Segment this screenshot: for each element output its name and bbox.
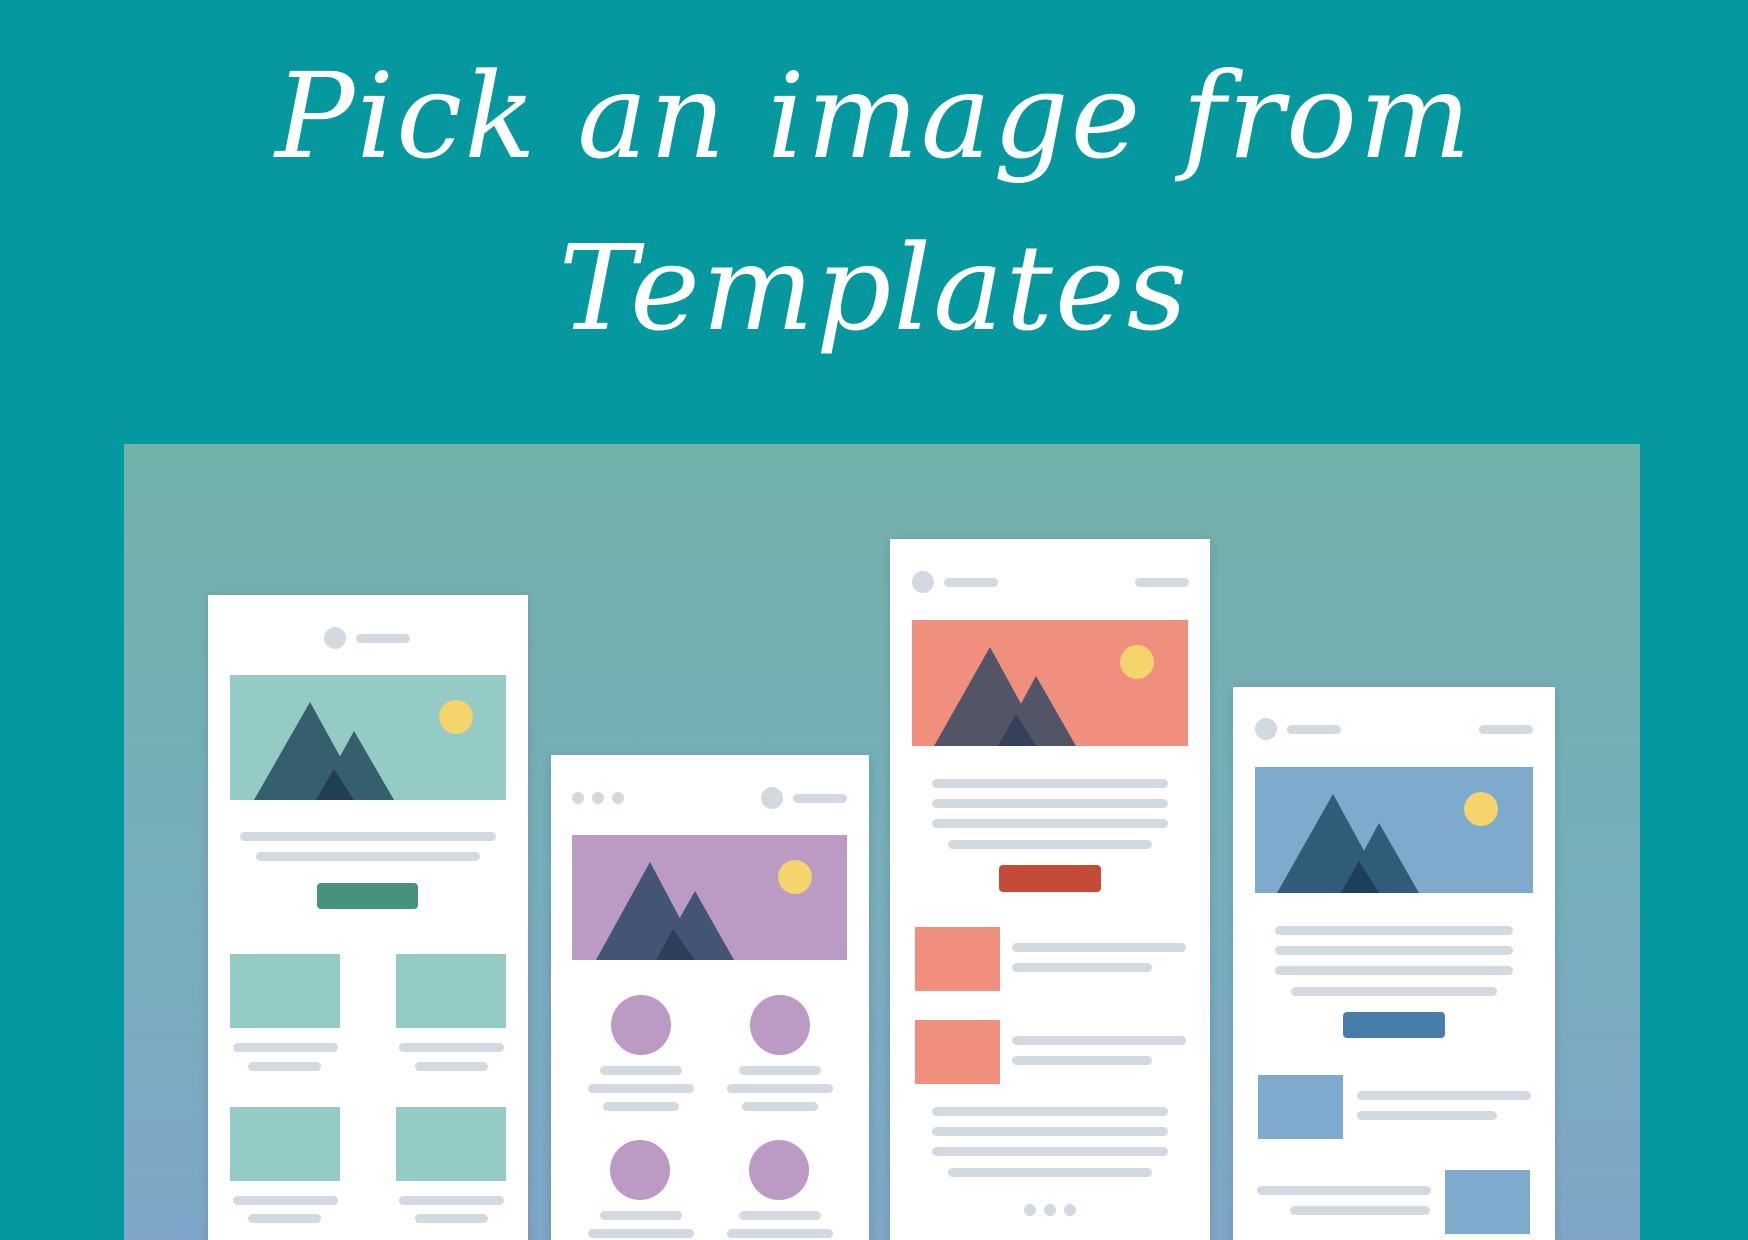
template-gallery [124,444,1640,1240]
text-line [603,1102,679,1111]
thumbnail-block [1445,1170,1530,1234]
cta-button[interactable] [1343,1012,1445,1038]
profile-circle [750,995,810,1055]
text-line [1291,987,1497,996]
text-line [739,1066,821,1075]
text-line [1290,1206,1430,1215]
hero-image [230,675,506,800]
window-dot [572,792,584,804]
header-bar [1479,725,1533,734]
header-bar [944,578,998,587]
text-line [1012,1056,1152,1065]
header-bar [793,794,847,803]
text-line [948,1168,1152,1177]
text-line [948,840,1152,849]
text-line [256,852,480,861]
grid-block [230,1107,340,1181]
text-line [932,779,1168,788]
text-line [399,1043,504,1052]
template-card-1[interactable] [208,595,528,1240]
pagination-dot[interactable] [1044,1204,1056,1216]
headline-line-1: Pick an image from [275,47,1473,185]
avatar-dot [1255,718,1277,740]
grid-block [230,954,340,1028]
text-line [588,1084,694,1093]
text-line [415,1214,488,1223]
text-line [1257,1186,1431,1195]
mountain-image-icon [596,860,812,960]
pagination-dot[interactable] [1024,1204,1036,1216]
header-bar [1135,578,1189,587]
header-bar [356,634,410,643]
text-line [1275,946,1513,955]
text-line [248,1062,321,1071]
text-line [1357,1091,1531,1100]
text-line [588,1229,694,1238]
text-line [739,1211,821,1220]
grid-block [396,1107,506,1181]
text-line [932,1127,1168,1136]
cta-button[interactable] [317,883,418,909]
mountain-image-icon [254,700,473,800]
window-dot [612,792,624,804]
text-line [233,1043,338,1052]
text-line [727,1084,833,1093]
profile-circle [749,1140,809,1200]
template-card-4[interactable] [1233,687,1555,1240]
hero-image [1255,767,1533,893]
text-line [1275,926,1513,935]
template-card-3[interactable] [890,539,1210,1240]
grid-block [396,954,506,1028]
text-line [1012,963,1152,972]
text-line [240,832,496,841]
pagination-dot[interactable] [1064,1204,1076,1216]
thumbnail-block [915,927,1000,991]
template-card-2[interactable] [551,755,869,1240]
text-line [727,1229,833,1238]
text-line [742,1102,818,1111]
hero-image [572,835,847,960]
text-line [233,1196,338,1205]
text-line [932,799,1168,808]
window-dot [592,792,604,804]
text-line [600,1066,682,1075]
text-line [600,1211,682,1220]
headline: Pick an image from Templates [0,30,1748,374]
text-line [1275,966,1513,975]
text-line [1012,1036,1186,1045]
text-line [932,819,1168,828]
avatar-dot [912,571,934,593]
text-line [932,1147,1168,1156]
avatar-dot [761,787,783,809]
avatar-dot [324,627,346,649]
thumbnail-block [1258,1075,1343,1139]
text-line [399,1196,504,1205]
hero-image [912,620,1188,746]
mountain-image-icon [1277,792,1498,893]
cta-button[interactable] [999,865,1101,892]
text-line [248,1214,321,1223]
profile-circle [610,1140,670,1200]
header-bar [1287,725,1341,734]
text-line [932,1107,1168,1116]
text-line [415,1062,488,1071]
headline-line-2: Templates [558,219,1190,357]
text-line [1357,1111,1497,1120]
profile-circle [611,995,671,1055]
mountain-image-icon [934,645,1154,746]
text-line [1012,943,1186,952]
thumbnail-block [915,1020,1000,1084]
